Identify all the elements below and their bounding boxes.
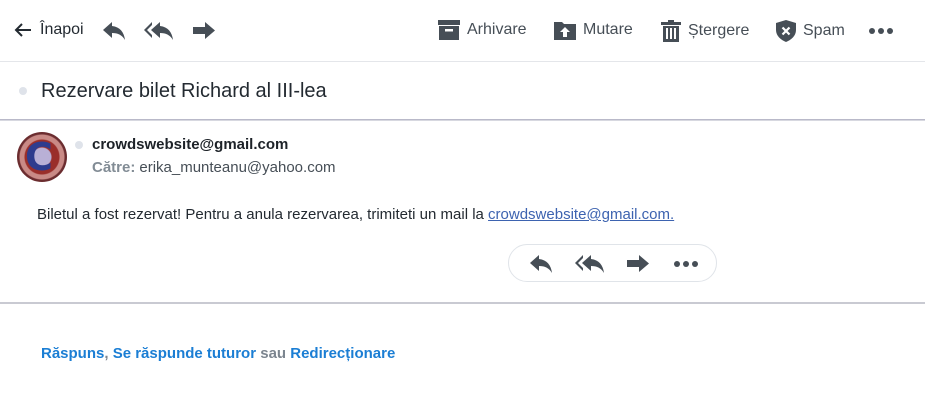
message-body-link[interactable]: crowdswebsite@gmail.com. [488, 206, 674, 223]
more-horizontal-icon [868, 21, 894, 41]
quick-actions-or: sau [256, 345, 291, 362]
recipient-row: Către: erika_munteanu@yahoo.com [92, 159, 336, 176]
arrow-left-icon [14, 22, 32, 38]
message-reply-button[interactable] [529, 254, 553, 279]
sender-email[interactable]: crowdswebsite@gmail.com [92, 136, 288, 153]
reply-all-icon [144, 21, 174, 41]
thread-subject-row: Rezervare bilet Richard al III-lea [0, 62, 925, 120]
quick-reply-link[interactable]: Răspuns [41, 345, 104, 362]
recipient-email[interactable]: erika_munteanu@yahoo.com [139, 159, 335, 176]
message-forward-button[interactable] [626, 254, 650, 279]
avatar-logo-icon: C [25, 135, 53, 179]
message-toolbar: Înapoi Arhivare Mutare Ștergere Spam [0, 0, 925, 62]
forward-icon [627, 255, 649, 272]
thread-subject: Rezervare bilet Richard al III-lea [41, 80, 327, 102]
message-card: C crowdswebsite@gmail.com Către: erika_mu… [0, 120, 925, 304]
archive-button[interactable]: Arhivare [438, 20, 527, 40]
forward-icon [192, 21, 216, 41]
spam-button[interactable]: Spam [776, 20, 845, 42]
more-horizontal-icon [674, 261, 698, 267]
forward-button[interactable] [192, 21, 216, 41]
message-body: Biletul a fost rezervat! Pentru a anula … [37, 206, 674, 223]
move-button[interactable]: Mutare [554, 20, 633, 40]
more-actions-button[interactable] [868, 21, 894, 41]
message-reply-all-button[interactable] [575, 254, 605, 279]
move-label: Mutare [583, 21, 633, 38]
quick-forward-link[interactable]: Redirecționare [290, 345, 395, 362]
message-actions [508, 244, 717, 282]
archive-label: Arhivare [467, 21, 527, 38]
reply-all-icon [575, 255, 604, 273]
message-body-text: Biletul a fost rezervat! Pentru a anula … [37, 206, 489, 223]
delete-button[interactable]: Ștergere [661, 20, 749, 42]
folder-move-icon [554, 20, 576, 40]
reply-button[interactable] [102, 21, 126, 41]
spam-label: Spam [803, 22, 845, 39]
reply-all-button[interactable] [144, 21, 174, 41]
quick-actions-comma: , [104, 345, 113, 362]
trash-icon [661, 20, 681, 42]
sender-avatar: C [17, 132, 67, 182]
reply-icon [102, 21, 126, 41]
archive-icon [438, 20, 460, 40]
unread-indicator[interactable] [19, 87, 27, 95]
reply-icon [530, 255, 552, 273]
back-button[interactable]: Înapoi [14, 21, 84, 39]
quick-reply-links: Răspuns, Se răspunde tuturor sau Redirec… [41, 345, 395, 362]
message-more-button[interactable] [673, 255, 699, 278]
message-read-indicator[interactable] [75, 141, 83, 149]
back-label: Înapoi [40, 21, 84, 38]
quick-reply-all-link[interactable]: Se răspunde tuturor [113, 345, 256, 362]
recipient-label: Către: [92, 159, 136, 176]
delete-label: Ștergere [688, 22, 750, 39]
shield-x-icon [776, 20, 796, 42]
